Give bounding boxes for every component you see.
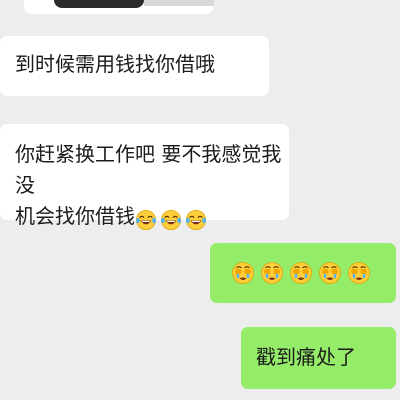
image-content-dark [54, 0, 144, 8]
outgoing-message-bubble[interactable]: 戳到痛处了 [241, 327, 396, 389]
laughing-with-tears-emoji [135, 209, 157, 240]
covering-face-crying-emoji [318, 261, 342, 294]
message-text: 到时候需用钱找你借哦 [15, 52, 215, 76]
covering-face-crying-emoji [260, 261, 284, 294]
covering-face-crying-emoji [289, 261, 313, 294]
laughing-with-tears-emoji-group [135, 205, 210, 240]
covering-face-crying-emoji [347, 261, 371, 294]
incoming-message-bubble[interactable]: 到时候需用钱找你借哦 [0, 36, 269, 96]
message-text: 戳到痛处了 [256, 345, 356, 369]
laughing-with-tears-emoji [185, 209, 207, 240]
image-content-band [144, 0, 214, 6]
chat-conversation: 到时候需用钱找你借哦 你赶紧换工作吧 要不我感觉我没 机会找你借钱 戳到痛处了 [0, 0, 400, 400]
laughing-with-tears-emoji [160, 209, 182, 240]
previous-image-message[interactable] [24, 0, 214, 14]
incoming-message-bubble[interactable]: 你赶紧换工作吧 要不我感觉我没 机会找你借钱 [0, 124, 289, 230]
covering-face-crying-emoji-group [231, 259, 376, 294]
message-text-line-with-emoji: 机会找你借钱 [15, 201, 289, 240]
outgoing-message-bubble[interactable] [210, 243, 396, 303]
message-text-line: 你赶紧换工作吧 要不我感觉我没 [15, 142, 282, 197]
message-text: 机会找你借钱 [15, 204, 135, 228]
covering-face-crying-emoji [231, 261, 255, 294]
